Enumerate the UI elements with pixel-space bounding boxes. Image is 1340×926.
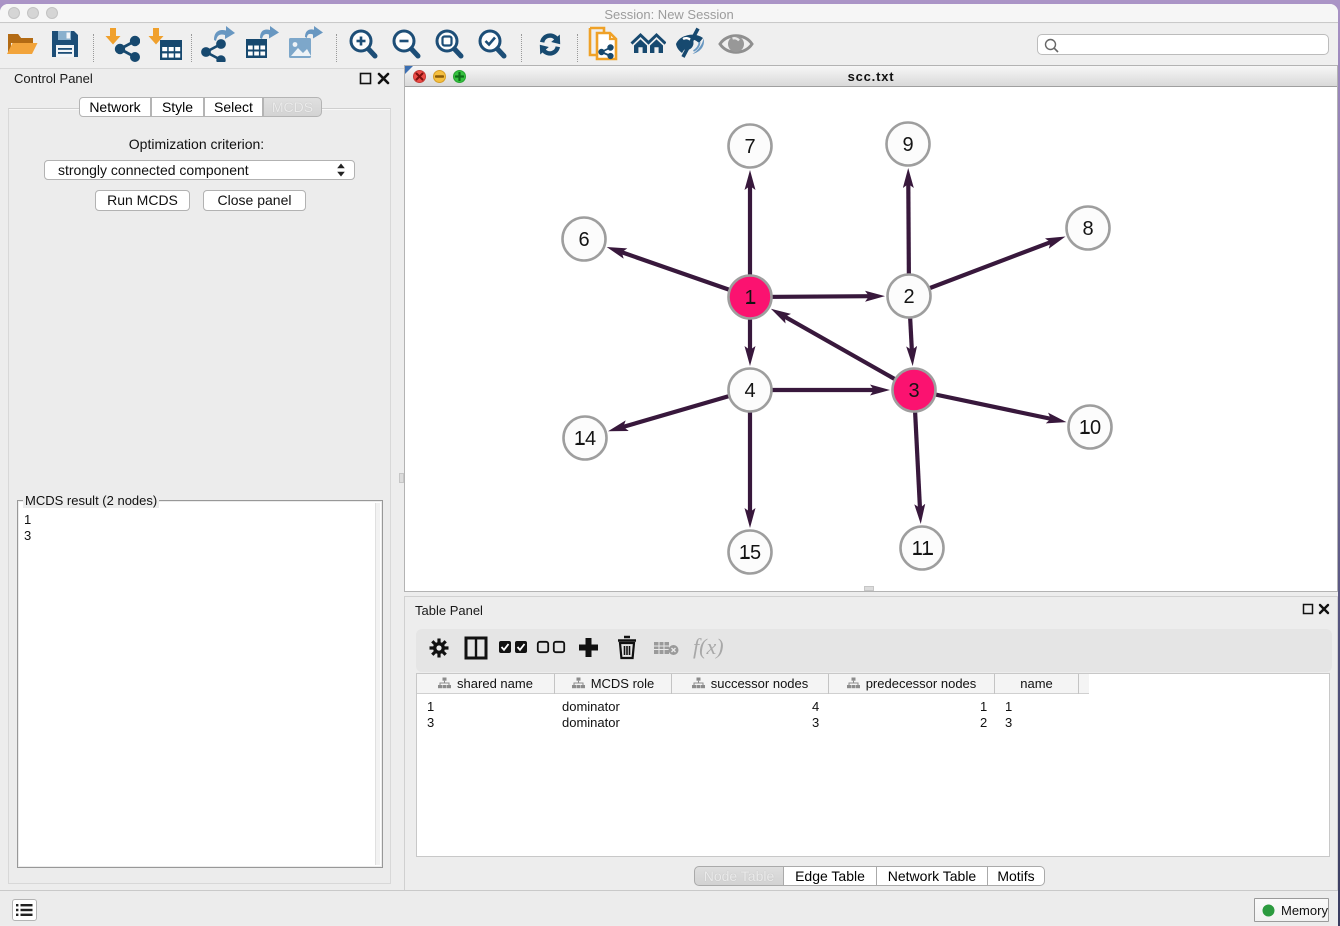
svg-text:1: 1 <box>744 287 755 309</box>
svg-text:7: 7 <box>744 136 755 158</box>
svg-text:2: 2 <box>903 286 914 308</box>
svg-text:11: 11 <box>912 538 933 560</box>
svg-text:8: 8 <box>1082 218 1093 240</box>
svg-text:14: 14 <box>574 428 596 450</box>
svg-text:3: 3 <box>908 380 919 402</box>
svg-text:6: 6 <box>578 229 589 251</box>
svg-text:15: 15 <box>739 542 761 564</box>
svg-text:10: 10 <box>1079 417 1101 439</box>
svg-text:9: 9 <box>902 134 913 156</box>
svg-text:4: 4 <box>744 380 755 402</box>
